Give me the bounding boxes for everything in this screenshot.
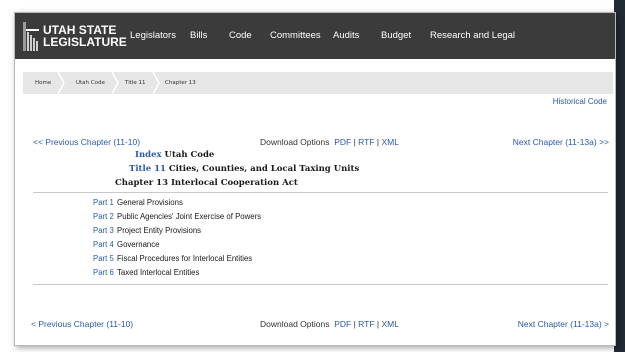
chevron-right-icon <box>57 72 65 94</box>
nav-bills[interactable]: Bills <box>190 30 207 41</box>
title-text: Cities, Counties, and Local Taxing Units <box>168 164 360 174</box>
part-row: Part 6 Taxed Interlocal Entities <box>93 268 199 277</box>
nav-legislators[interactable]: Legislators <box>130 30 176 41</box>
chapter-heading: Chapter 13 Interlocal Cooperation Act <box>115 178 298 188</box>
divider <box>33 192 608 193</box>
site-logo[interactable]: UTAH STATE LEGISLATURE <box>23 22 127 52</box>
download-options-label: Download Options <box>260 319 330 329</box>
download-rtf-link[interactable]: RTF <box>358 137 374 147</box>
part-link[interactable]: Part 5 <box>93 254 117 263</box>
separator: | <box>376 319 380 329</box>
index-text: Utah Code <box>164 150 215 160</box>
index-link[interactable]: Index <box>135 150 162 160</box>
divider <box>33 284 608 285</box>
chapter-text: Chapter 13 Interlocal Cooperation Act <box>115 178 298 188</box>
download-rtf-link[interactable]: RTF <box>358 319 374 329</box>
top-navbar: UTAH STATE LEGISLATURE Legislators Bills… <box>15 13 615 59</box>
part-link[interactable]: Part 6 <box>93 268 117 277</box>
download-options: Download Options PDF | RTF | XML <box>260 137 399 147</box>
historical-code-link[interactable]: Historical Code <box>553 97 607 106</box>
part-link[interactable]: Part 2 <box>93 212 117 221</box>
crumb-title-11[interactable]: Title 11 <box>125 72 146 94</box>
part-link[interactable]: Part 1 <box>93 198 117 207</box>
breadcrumb: Home Utah Code Title 11 Chapter 13 <box>23 72 613 94</box>
download-xml-link[interactable]: XML <box>382 137 399 147</box>
index-heading: Index Utah Code <box>135 150 214 160</box>
capitol-icon <box>23 22 39 51</box>
separator: | <box>376 137 380 147</box>
part-title: Project Entity Provisions <box>117 226 202 235</box>
part-link[interactable]: Part 3 <box>93 226 117 235</box>
download-pdf-link[interactable]: PDF <box>334 319 351 329</box>
nav-committees[interactable]: Committees <box>270 30 321 41</box>
part-title: Governance <box>117 240 160 249</box>
part-title: Fiscal Procedures for Interlocal Entitie… <box>117 254 253 263</box>
title-heading: Title 11 Cities, Counties, and Local Tax… <box>129 164 359 174</box>
crumb-utah-code[interactable]: Utah Code <box>76 72 105 94</box>
part-row: Part 4 Governance <box>93 240 159 249</box>
browser-page: UTAH STATE LEGISLATURE Legislators Bills… <box>14 12 616 346</box>
nav-research-and-legal[interactable]: Research and Legal <box>430 30 515 41</box>
previous-chapter-link[interactable]: << Previous Chapter (11-10) <box>33 137 140 147</box>
separator: | <box>353 319 356 329</box>
chapter-nav-bottom: < Previous Chapter (11-10) Download Opti… <box>15 319 615 331</box>
part-title: Public Agencies' Joint Exercise of Power… <box>117 212 262 221</box>
part-row: Part 3 Project Entity Provisions <box>93 226 201 235</box>
logo-text: UTAH STATE LEGISLATURE <box>43 24 127 48</box>
part-row: Part 2 Public Agencies' Joint Exercise of… <box>93 212 261 221</box>
download-options: Download Options PDF | RTF | XML <box>260 319 399 329</box>
nav-code[interactable]: Code <box>229 30 252 41</box>
download-xml-link[interactable]: XML <box>382 319 399 329</box>
part-row: Part 5 Fiscal Procedures for Interlocal E… <box>93 254 252 263</box>
download-pdf-link[interactable]: PDF <box>334 137 351 147</box>
crumb-chapter-13: Chapter 13 <box>165 80 196 86</box>
next-chapter-link[interactable]: Next Chapter (11-13a) >> <box>513 137 609 147</box>
chevron-right-icon <box>111 72 119 94</box>
logo-line2: LEGISLATURE <box>43 35 127 49</box>
nav-budget[interactable]: Budget <box>381 30 411 41</box>
previous-chapter-link[interactable]: < Previous Chapter (11-10) <box>31 319 133 329</box>
separator: | <box>353 137 356 147</box>
part-link[interactable]: Part 4 <box>93 240 117 249</box>
next-chapter-link[interactable]: Next Chapter (11-13a) > <box>518 319 609 329</box>
part-title: General Provisions <box>117 198 183 207</box>
title-link[interactable]: Title 11 <box>129 164 166 174</box>
nav-audits[interactable]: Audits <box>333 30 359 41</box>
chapter-nav-top: << Previous Chapter (11-10) Download Opt… <box>15 137 615 149</box>
part-title: Taxed Interlocal Entities <box>117 268 200 277</box>
download-options-label: Download Options <box>260 137 330 147</box>
crumb-home[interactable]: Home <box>35 72 51 94</box>
chevron-right-icon <box>152 72 160 94</box>
part-row: Part 1 General Provisions <box>93 198 183 207</box>
